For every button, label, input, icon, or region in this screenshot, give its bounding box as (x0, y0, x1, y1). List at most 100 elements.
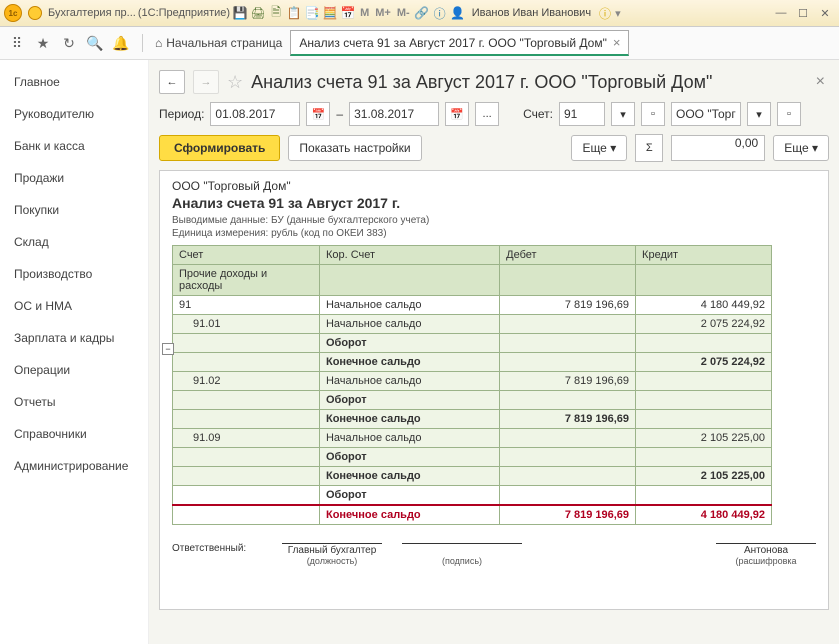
content-area: ← → ☆ Анализ счета 91 за Август 2017 г. … (149, 60, 839, 644)
report-grid: Счет Кор. Счет Дебет Кредит Прочие доход… (172, 245, 772, 525)
calc-icon[interactable]: 🧮 (322, 5, 338, 21)
sidebar-item[interactable]: Руководителю (0, 98, 148, 130)
date-from-picker-icon[interactable]: 📅 (306, 102, 330, 126)
table-row: 91.02Начальное сальдо7 819 196,69 (173, 372, 772, 391)
account-input[interactable]: 91 (559, 102, 605, 126)
calendar-icon[interactable]: 📅 (340, 5, 356, 21)
link-icon[interactable]: 🔗 (414, 5, 430, 21)
sig-decode-label: (расшифровка (716, 556, 816, 566)
sidebar-item[interactable]: Операции (0, 354, 148, 386)
navigation-toolbar: ⠿ ★ ↻ 🔍 🔔 ⌂ Начальная страница Анализ сч… (0, 27, 839, 60)
tab-label: Анализ счета 91 за Август 2017 г. ООО "Т… (299, 36, 606, 50)
signature-row: Ответственный: Главный бухгалтер (должно… (172, 543, 816, 566)
org-dropdown-icon[interactable]: ▾ (747, 102, 771, 126)
dash: – (336, 107, 343, 121)
home-page-link[interactable]: ⌂ Начальная страница (155, 36, 282, 50)
table-row: Конечное сальдо2 105 225,00 (173, 467, 772, 486)
notify-icon[interactable]: 🔔 (112, 34, 130, 52)
m-plus-icon[interactable]: M+ (373, 7, 393, 19)
help-icon[interactable]: ⓘ (597, 5, 613, 21)
report-meta1: Выводимые данные: БУ (данные бухгалтерск… (172, 215, 816, 226)
account-dropdown-icon[interactable]: ▾ (611, 102, 635, 126)
print-icon[interactable]: 🖨 (250, 5, 266, 21)
date-to-picker-icon[interactable]: 📅 (445, 102, 469, 126)
date-to-input[interactable]: 31.08.2017 (349, 102, 439, 126)
sidebar-item[interactable]: Отчеты (0, 386, 148, 418)
close-window-button[interactable]: ✕ (815, 5, 835, 21)
sidebar-item[interactable]: ОС и НМА (0, 290, 148, 322)
table-row: 91.01Начальное сальдо2 075 224,92 (173, 315, 772, 334)
history-icon[interactable]: ↻ (60, 34, 78, 52)
apps-icon[interactable]: ⠿ (8, 34, 26, 52)
bullet-icon (28, 6, 42, 20)
minimize-button[interactable]: — (771, 5, 791, 21)
platform-label: (1С:Предприятие) (138, 7, 230, 19)
tab-current[interactable]: Анализ счета 91 за Август 2017 г. ООО "Т… (290, 30, 629, 56)
sidebar-item[interactable]: Продажи (0, 162, 148, 194)
sig-resp-label: Ответственный: (172, 543, 262, 554)
form-report-button[interactable]: Сформировать (159, 135, 280, 161)
table-row: 91.09Начальное сальдо2 105 225,00 (173, 429, 772, 448)
preview-icon[interactable]: 🗎 (268, 5, 284, 21)
maximize-button[interactable]: ☐ (793, 5, 813, 21)
titlebar: 1c Бухгалтерия пр... (1С:Предприятие) 💾 … (0, 0, 839, 27)
copy-icon[interactable]: 📋 (286, 5, 302, 21)
sum-value-input[interactable]: 0,00 (671, 135, 765, 161)
sig-name: Антонова (716, 543, 816, 556)
forward-button[interactable]: → (193, 70, 219, 94)
table-row: 91Начальное сальдо7 819 196,694 180 449,… (173, 296, 772, 315)
sidebar-item[interactable]: Банк и касса (0, 130, 148, 162)
more-button-2[interactable]: Еще ▾ (773, 135, 829, 161)
sig-sign-line (402, 543, 522, 556)
more-button-1[interactable]: Еще ▾ (571, 135, 627, 161)
m-icon[interactable]: M (358, 7, 371, 19)
report-meta2: Единица измерения: рубль (код по ОКЕИ 38… (172, 228, 816, 239)
table-row: Оборот (173, 486, 772, 506)
table-row: Оборот (173, 391, 772, 410)
user-name: Иванов Иван Иванович (472, 7, 591, 19)
period-select-button[interactable]: ... (475, 102, 499, 126)
show-settings-button[interactable]: Показать настройки (288, 135, 421, 161)
app-logo-icon: 1c (4, 4, 22, 22)
tree-collapse-icon[interactable]: − (162, 343, 174, 355)
sidebar-item[interactable]: Зарплата и кадры (0, 322, 148, 354)
sig-chief: Главный бухгалтер (282, 543, 382, 556)
sidebar-item[interactable]: Справочники (0, 418, 148, 450)
sidebar-item[interactable]: Главное (0, 66, 148, 98)
account-label: Счет: (523, 107, 553, 121)
sidebar-item[interactable]: Администрирование (0, 450, 148, 482)
compare-icon[interactable]: 📑 (304, 5, 320, 21)
col-account: Счет (173, 246, 320, 265)
sum-icon[interactable]: Σ (635, 134, 663, 162)
save-icon[interactable]: 💾 (232, 5, 248, 21)
date-from-input[interactable]: 01.08.2017 (210, 102, 300, 126)
search-icon[interactable]: 🔍 (86, 34, 104, 52)
table-row: Конечное сальдо7 819 196,694 180 449,92 (173, 505, 772, 525)
col-debit: Дебет (500, 246, 636, 265)
close-page-button[interactable]: × (812, 73, 829, 91)
sig-position-label: (должность) (282, 556, 382, 566)
sidebar: Главное Руководителю Банк и касса Продаж… (0, 60, 149, 644)
tab-close-icon[interactable]: × (613, 35, 621, 50)
table-row: Конечное сальдо2 075 224,92 (173, 353, 772, 372)
org-input[interactable]: ООО "Торг (671, 102, 741, 126)
app-title: Бухгалтерия пр... (48, 7, 136, 19)
account-open-icon[interactable]: ▫ (641, 102, 665, 126)
sig-sign-label: (подпись) (402, 556, 522, 566)
user-icon[interactable]: 👤 (450, 5, 466, 21)
sidebar-item[interactable]: Производство (0, 258, 148, 290)
col-account-sub: Прочие доходы и расходы (173, 265, 320, 296)
favorite-icon[interactable]: ☆ (227, 72, 243, 93)
back-button[interactable]: ← (159, 70, 185, 94)
org-open-icon[interactable]: ▫ (777, 102, 801, 126)
table-row: Оборот (173, 334, 772, 353)
col-corr: Кор. Счет (319, 246, 499, 265)
report-area: ООО "Торговый Дом" Анализ счета 91 за Ав… (159, 170, 829, 610)
info-icon[interactable]: ⓘ (432, 5, 448, 21)
sidebar-item[interactable]: Склад (0, 226, 148, 258)
star-icon[interactable]: ★ (34, 34, 52, 52)
sidebar-item[interactable]: Покупки (0, 194, 148, 226)
m-minus-icon[interactable]: M- (395, 7, 412, 19)
table-row: Конечное сальдо7 819 196,69 (173, 410, 772, 429)
page-title: Анализ счета 91 за Август 2017 г. ООО "Т… (251, 72, 712, 93)
